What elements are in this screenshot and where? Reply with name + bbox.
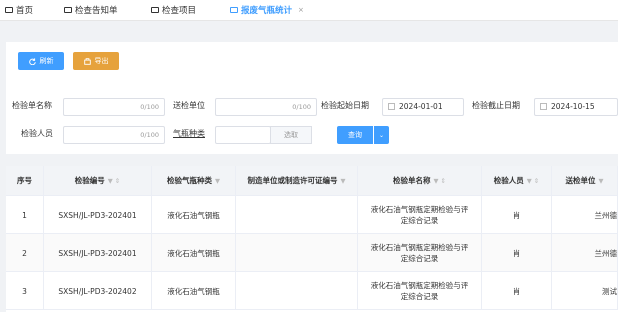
tab-scrapped-cylinder-stats[interactable]: 报废气瓶统计 × xyxy=(230,4,304,16)
cell-type: 液化石油气钢瓶 xyxy=(152,272,236,310)
query-dropdown-button[interactable]: ⌄ xyxy=(374,126,389,144)
column-header-code[interactable]: 检验编号 ▼ ⇕ xyxy=(44,166,152,196)
table-row[interactable]: 3 SXSH/JL-PD3-202402 液化石油气钢瓶 液化石油气钢瓶定期检验… xyxy=(6,272,618,310)
cell-unit: 兰州德 xyxy=(552,234,618,272)
inspector-input[interactable]: 0/100 xyxy=(63,126,165,144)
close-icon[interactable]: × xyxy=(298,6,304,14)
folder-icon xyxy=(5,7,13,13)
export-label: 导出 xyxy=(94,57,109,65)
send-unit-label: 送检单位 xyxy=(173,101,205,110)
filter-panel: 刷新 导出 检验单名称 0/100 送检单位 0/100 检验起始日期 2024… xyxy=(6,42,618,154)
char-counter: 0/100 xyxy=(292,103,311,111)
tab-inspection-notice[interactable]: 检查告知单 xyxy=(64,4,118,16)
export-icon xyxy=(83,57,91,65)
column-header-maker[interactable]: 制造单位或制造许可证编号 ▼ xyxy=(236,166,358,196)
column-header-name[interactable]: 检验单名称 ▼ ⇕ xyxy=(358,166,482,196)
tab-label: 报废气瓶统计 xyxy=(241,6,293,16)
folder-icon xyxy=(64,7,72,13)
refresh-label: 刷新 xyxy=(39,57,54,65)
query-button[interactable]: 查询 xyxy=(337,126,373,144)
tab-home[interactable]: 首页 xyxy=(5,4,33,16)
char-counter: 0/100 xyxy=(140,131,159,139)
select-button[interactable]: 选取 xyxy=(270,126,312,144)
cell-name: 液化石油气钢瓶定期检验与评定综合记录 xyxy=(358,196,482,234)
filter-icon[interactable]: ▼ xyxy=(341,177,346,185)
table-row[interactable]: 1 SXSH/JL-PD3-202401 液化石油气钢瓶 液化石油气钢瓶定期检验… xyxy=(6,196,618,234)
cell-person: 肖 xyxy=(482,272,552,310)
cylinder-type-input[interactable] xyxy=(215,126,271,144)
cell-unit: 测试 xyxy=(552,272,618,310)
refresh-button[interactable]: 刷新 xyxy=(18,52,64,70)
tab-label: 首页 xyxy=(16,6,34,16)
unit-name-label: 检验单名称 xyxy=(12,101,52,110)
calendar-icon xyxy=(388,103,395,110)
end-date-label: 检验截止日期 xyxy=(472,101,520,110)
inspector-label: 检验人员 xyxy=(21,129,53,138)
cell-maker xyxy=(236,196,358,234)
cell-seq: 2 xyxy=(6,234,44,272)
unit-name-input[interactable]: 0/100 xyxy=(63,98,165,116)
start-date-value: 2024-01-01 xyxy=(399,102,443,111)
tab-label: 检查告知单 xyxy=(75,6,118,16)
filter-sort-icon[interactable]: ▼ ⇕ xyxy=(108,177,121,185)
cell-code: SXSH/JL-PD3-202401 xyxy=(44,196,152,234)
chevron-down-icon: ⌄ xyxy=(378,131,385,139)
cell-code: SXSH/JL-PD3-202402 xyxy=(44,272,152,310)
end-date-value: 2024-10-15 xyxy=(551,102,595,111)
cell-code: SXSH/JL-PD3-202401 xyxy=(44,234,152,272)
cell-type: 液化石油气钢瓶 xyxy=(152,196,236,234)
cylinder-type-label[interactable]: 气瓶种类 xyxy=(173,128,205,139)
export-button[interactable]: 导出 xyxy=(73,52,119,70)
table-row[interactable]: 2 SXSH/JL-PD3-202401 液化石油气钢瓶 液化石油气钢瓶定期检验… xyxy=(6,234,618,272)
start-date-picker[interactable]: 2024-01-01 xyxy=(382,98,464,116)
column-header-seq: 序号 xyxy=(6,166,44,196)
char-counter: 0/100 xyxy=(140,103,159,111)
folder-icon xyxy=(230,7,238,13)
end-date-picker[interactable]: 2024-10-15 xyxy=(534,98,618,116)
tab-bar: 首页 检查告知单 检查项目 报废气瓶统计 × xyxy=(0,0,618,21)
calendar-icon xyxy=(540,103,547,110)
cell-maker xyxy=(236,234,358,272)
filter-sort-icon[interactable]: ▼ ⇕ xyxy=(433,177,446,185)
cell-person: 肖 xyxy=(482,196,552,234)
filter-icon[interactable]: ▼ xyxy=(599,177,604,185)
cell-seq: 3 xyxy=(6,272,44,310)
tab-inspection-items[interactable]: 检查项目 xyxy=(151,4,196,16)
cell-maker xyxy=(236,272,358,310)
cell-unit: 兰州德 xyxy=(552,196,618,234)
cell-name: 液化石油气钢瓶定期检验与评定综合记录 xyxy=(358,234,482,272)
filter-sort-icon[interactable]: ▼ ⇕ xyxy=(527,177,540,185)
cell-seq: 1 xyxy=(6,196,44,234)
data-table: 序号 检验编号 ▼ ⇕ 检验气瓶种类 ▼ 制造单位或制造许可证编号 ▼ 检验单名称 ▼ … xyxy=(6,166,618,312)
cell-type: 液化石油气钢瓶 xyxy=(152,234,236,272)
cell-name: 液化石油气钢瓶定期检验与评定综合记录 xyxy=(358,272,482,310)
column-header-unit[interactable]: 送检单位 ▼ xyxy=(552,166,618,196)
column-header-person[interactable]: 检验人员 ▼ ⇕ xyxy=(482,166,552,196)
folder-icon xyxy=(151,7,159,13)
refresh-icon xyxy=(28,57,36,65)
column-header-type[interactable]: 检验气瓶种类 ▼ xyxy=(152,166,236,196)
cell-person: 肖 xyxy=(482,234,552,272)
tab-label: 检查项目 xyxy=(162,6,197,16)
filter-icon[interactable]: ▼ xyxy=(215,177,220,185)
start-date-label: 检验起始日期 xyxy=(321,101,369,110)
send-unit-input[interactable]: 0/100 xyxy=(215,98,317,116)
